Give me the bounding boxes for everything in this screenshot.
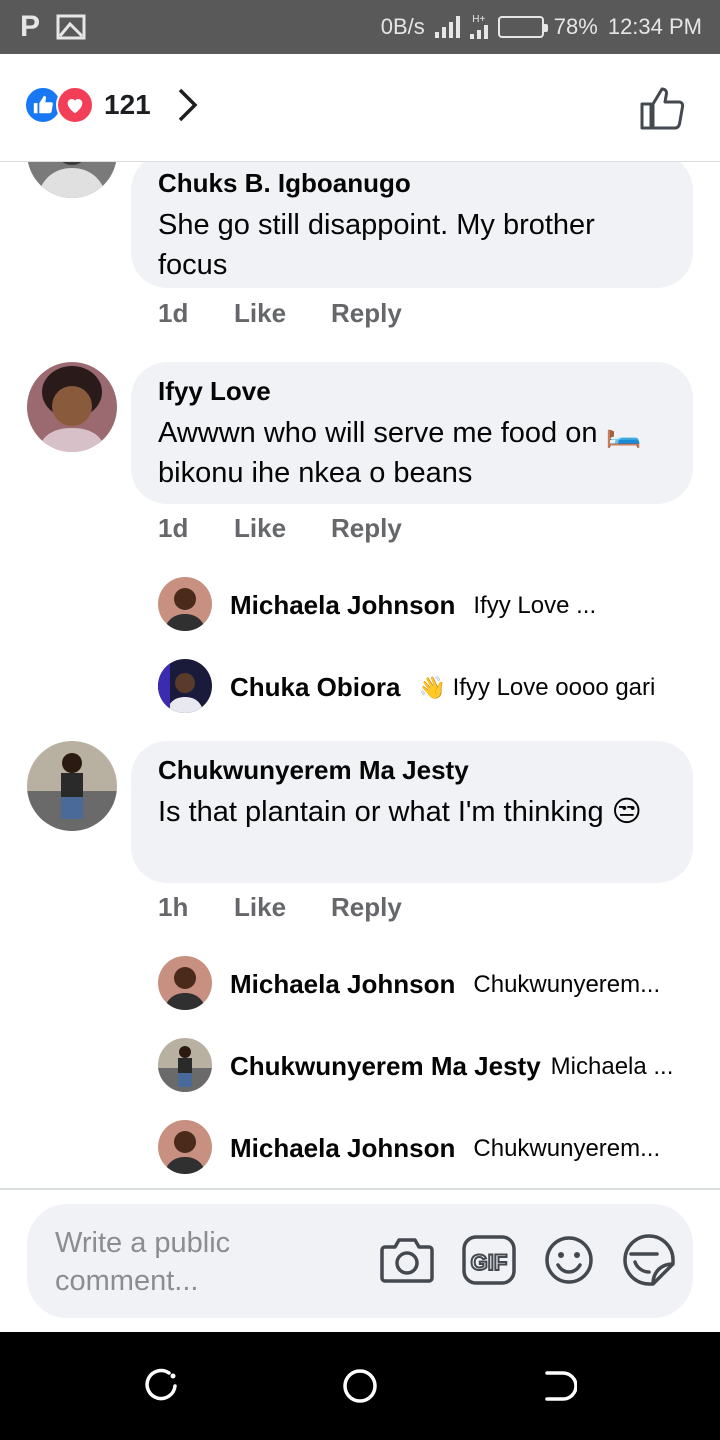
comment-time: 1d [158,513,189,543]
comment-author[interactable]: Chukwunyerem Ma Jesty [158,755,665,786]
comment-input[interactable]: Write a public comment... GIF [27,1204,693,1318]
avatar[interactable] [158,659,212,713]
wave-emoji: 👋 [418,674,446,700]
sticker-icon[interactable] [621,1232,677,1288]
signal-icon [434,16,460,38]
comment-actions: 1h Like Reply [158,892,402,923]
bed-emoji: 🛏️ [605,417,642,449]
avatar[interactable] [27,741,117,831]
reply-text: 👋 Ifyy Love oooo gari [418,674,655,702]
network-type: H+ [472,14,486,25]
comment-text-prefix: Awwwn who will serve me food on [158,417,598,449]
comment-actions: 1d Like Reply [158,298,402,329]
reply-text: Michaela ... [550,1052,674,1080]
comment-actions: 1d Like Reply [158,513,402,544]
reply-preview[interactable]: Chukwunyerem Ma Jesty Michaela ... [230,1051,673,1082]
status-bar: P 0B/s H+ 78% 12:34 PM [0,0,720,54]
comment-bubble[interactable]: Chuks B. Igboanugo She go still disappoi… [131,162,693,288]
reply-text: Ifyy Love ... [473,591,597,619]
battery-icon [497,16,548,38]
reply-author[interactable]: Michaela Johnson [230,590,455,621]
system-nav-bar [0,1332,720,1440]
comment-time: 1d [158,298,189,328]
clock: 12:34 PM [607,14,702,39]
reply-author[interactable]: Chukwunyerem Ma Jesty [230,1051,541,1082]
reply-preview[interactable]: Michaela Johnson Chukwunyerem... [230,969,660,1000]
camera-icon[interactable] [379,1235,435,1285]
reply-preview[interactable]: Chuka Obiora 👋 Ifyy Love oooo gari [230,672,655,703]
comment-list[interactable]: Chuks B. Igboanugo She go still disappoi… [0,162,720,1188]
comment-text-rest: bikonu ihe nkea o beans [158,457,473,489]
reply-preview[interactable]: Michaela Johnson Ifyy Love ... [230,590,596,621]
comment-text: She go still disappoint. My brother focu… [158,209,595,281]
comment-author[interactable]: Ifyy Love [158,376,665,407]
comment-text-content: Is that plantain or what I'm thinking [158,796,604,828]
reply-text-content: Ifyy Love oooo gari [452,673,656,701]
net-speed: 0B/s [380,14,425,39]
chevron-right-icon[interactable] [177,87,199,123]
image-icon [56,14,86,40]
like-link[interactable]: Like [234,892,331,923]
emoji-icon[interactable] [543,1234,595,1286]
avatar[interactable] [27,162,117,198]
unamused-emoji: 😒 [611,796,642,828]
avatar[interactable] [158,1120,212,1174]
reply-author[interactable]: Chuka Obiora [230,672,400,703]
avatar[interactable] [158,956,212,1010]
comments-sheet: 121 Chuks B. Igboanugo She go still disa… [0,54,720,1332]
comment-text: Is that plantain or what I'm thinking 😒 [158,792,665,832]
home-icon[interactable] [342,1368,378,1404]
comment-placeholder: Write a public comment... [55,1227,231,1297]
comment-bubble[interactable]: Ifyy Love Awwwn who will serve me food o… [131,362,693,504]
avatar[interactable] [158,577,212,631]
gif-icon[interactable]: GIF [461,1234,517,1286]
comment-bubble[interactable]: Chukwunyerem Ma Jesty Is that plantain o… [131,741,693,883]
p-icon: P [20,10,41,43]
svg-text:GIF: GIF [471,1250,508,1275]
comment-composer: Write a public comment... GIF [0,1188,720,1332]
avatar[interactable] [27,362,117,452]
reply-author[interactable]: Michaela Johnson [230,1133,455,1164]
signal-icon-2 [469,25,488,39]
reply-link[interactable]: Reply [331,892,402,923]
reply-author[interactable]: Michaela Johnson [230,969,455,1000]
like-link[interactable]: Like [234,513,331,544]
like-link[interactable]: Like [234,298,331,329]
reply-text: Chukwunyerem... [473,1134,661,1162]
avatar[interactable] [158,1038,212,1092]
back-icon[interactable] [541,1368,577,1404]
reaction-count: 121 [104,89,151,120]
love-reaction-icon [56,86,94,124]
comment-text: Awwwn who will serve me food on 🛏️ bikon… [158,413,665,493]
comment-author[interactable]: Chuks B. Igboanugo [158,168,665,199]
comment-time: 1h [158,892,189,922]
reply-preview[interactable]: Michaela Johnson Chukwunyerem... [230,1133,660,1164]
recent-apps-icon[interactable] [143,1368,179,1404]
battery-percent: 78% [553,14,598,39]
reaction-summary[interactable]: 121 [24,86,199,124]
thumbs-up-icon[interactable] [638,84,686,132]
reply-link[interactable]: Reply [331,513,402,544]
reply-link[interactable]: Reply [331,298,402,329]
reply-text: Chukwunyerem... [473,970,661,998]
sheet-header: 121 [0,54,720,162]
